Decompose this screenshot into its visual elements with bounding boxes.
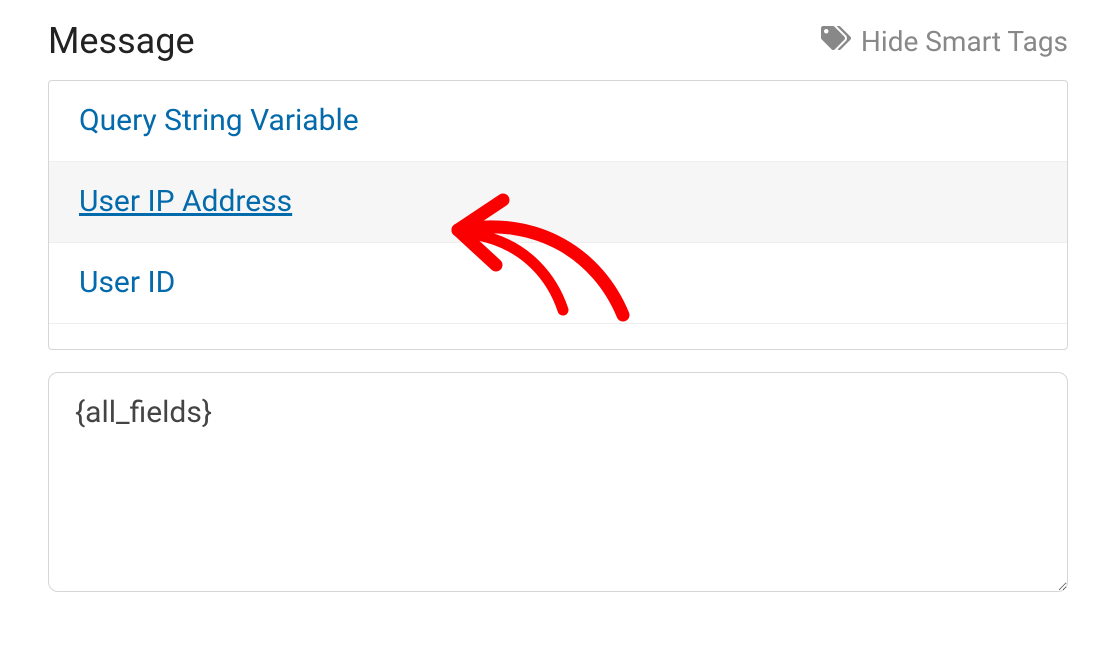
section-title: Message xyxy=(48,20,195,62)
tags-icon xyxy=(821,23,851,60)
smart-tag-item[interactable] xyxy=(49,324,1067,346)
message-textarea[interactable] xyxy=(48,372,1068,592)
section-header: Message Hide Smart Tags xyxy=(48,20,1068,62)
hide-smart-tags-button[interactable]: Hide Smart Tags xyxy=(821,23,1068,60)
smart-tags-list[interactable]: Query String Variable User IP Address Us… xyxy=(48,80,1068,350)
smart-tag-item[interactable]: User ID xyxy=(49,243,1067,324)
smart-tag-item[interactable]: Query String Variable xyxy=(49,81,1067,162)
hide-smart-tags-label: Hide Smart Tags xyxy=(861,25,1068,58)
smart-tag-item[interactable]: User IP Address xyxy=(49,162,1067,243)
